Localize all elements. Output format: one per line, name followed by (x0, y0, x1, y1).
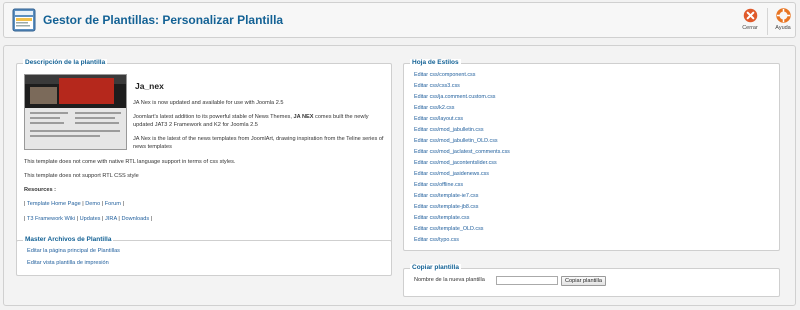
css-file-link[interactable]: Editar css/template_OLD.css (414, 226, 484, 232)
t3-framework-wiki-link[interactable]: T3 Framework Wiki (27, 216, 75, 222)
css-file-link[interactable]: Editar css/mod_jacontentslider.css (414, 160, 497, 166)
css-file-link[interactable]: Editar css/template-jb8.css (414, 204, 478, 210)
css-file-link[interactable]: Editar css/css3.css (414, 83, 460, 89)
updates-link[interactable]: Updates (80, 216, 101, 222)
template-manager-icon (12, 8, 36, 32)
rtl-notice-1: This template does not come with native … (24, 159, 236, 165)
stylesheets-legend: Hoja de Estilos (410, 59, 461, 66)
css-file-link[interactable]: Editar css/template.css (414, 215, 469, 221)
css-file-link[interactable]: Editar css/component.css (414, 72, 475, 78)
stylesheets-fieldset: Hoja de Estilos Editar css/component.css… (403, 59, 780, 251)
demo-link[interactable]: Demo (85, 201, 100, 207)
master-files-fieldset: Master Archivos de Plantilla Editar la p… (16, 236, 392, 276)
resource-links-row-1: | Template Home Page | Demo | Forum | (24, 201, 124, 207)
close-button[interactable]: Cerrar (737, 8, 763, 36)
description-legend: Descripción de la plantilla (23, 59, 108, 66)
css-file-link[interactable]: Editar css/offline.css (414, 182, 463, 188)
css-file-link[interactable]: Editar css/mod_jaclatest_comments.css (414, 149, 510, 155)
help-label: Ayuda (775, 25, 791, 31)
template-home-page-link[interactable]: Template Home Page (27, 201, 81, 207)
new-template-name-label: Nombre de la nueva plantilla (414, 277, 485, 283)
copy-template-legend: Copiar plantilla (410, 264, 461, 271)
css-file-link[interactable]: Editar css/mod_jasidenews.css (414, 171, 489, 177)
close-label: Cerrar (742, 25, 758, 31)
forum-link[interactable]: Forum (105, 201, 121, 207)
help-icon (775, 8, 791, 23)
toolbar: Gestor de Plantillas: Personalizar Plant… (3, 2, 796, 38)
description-paragraph-2: Joomlart's latest addition to its powerf… (133, 114, 369, 128)
downloads-link[interactable]: Downloads (121, 216, 149, 222)
css-file-link[interactable]: Editar css/layout.css (414, 116, 463, 122)
description-paragraph-3: JA Nex is the latest of the news templat… (133, 136, 384, 150)
css-file-link[interactable]: Editar css/mod_jabulletin_OLD.css (414, 138, 498, 144)
template-thumbnail (24, 74, 127, 150)
copy-template-button[interactable]: Copiar plantilla (561, 276, 607, 286)
main-panel: Descripción de la plantilla Ja_nex JA Ne… (3, 45, 796, 306)
css-file-link[interactable]: Editar css/ja.comment.custom.css (414, 94, 495, 100)
resources-label: Resources : (24, 187, 57, 193)
help-button[interactable]: Ayuda (770, 8, 796, 36)
css-file-link[interactable]: Editar css/template-ie7.css (414, 193, 478, 199)
edit-main-page-link[interactable]: Editar la página principal de Plantillas (27, 248, 120, 256)
template-name: Ja_nex (135, 81, 164, 91)
jira-link[interactable]: JIRA (105, 216, 117, 222)
edit-print-view-link[interactable]: Editar vista plantilla de impresión (27, 260, 109, 268)
css-file-link[interactable]: Editar css/k2.css (414, 105, 454, 111)
rtl-notice-2: This template does not support RTL CSS s… (24, 173, 139, 179)
copy-template-fieldset: Copiar plantilla Nombre de la nueva plan… (403, 264, 780, 297)
master-files-legend: Master Archivos de Plantilla (23, 236, 114, 243)
new-template-name-input[interactable] (496, 276, 558, 285)
resource-links-row-2: | T3 Framework Wiki | Updates | JIRA | D… (24, 216, 153, 222)
description-paragraph-1: JA Nex is now updated and available for … (133, 100, 284, 106)
css-file-link[interactable]: Editar css/mod_jabulletin.css (414, 127, 484, 133)
close-icon (743, 8, 757, 23)
page-title: Gestor de Plantillas: Personalizar Plant… (43, 13, 284, 27)
css-file-link[interactable]: Editar css/typo.css (414, 237, 459, 243)
toolbar-divider (767, 8, 768, 35)
